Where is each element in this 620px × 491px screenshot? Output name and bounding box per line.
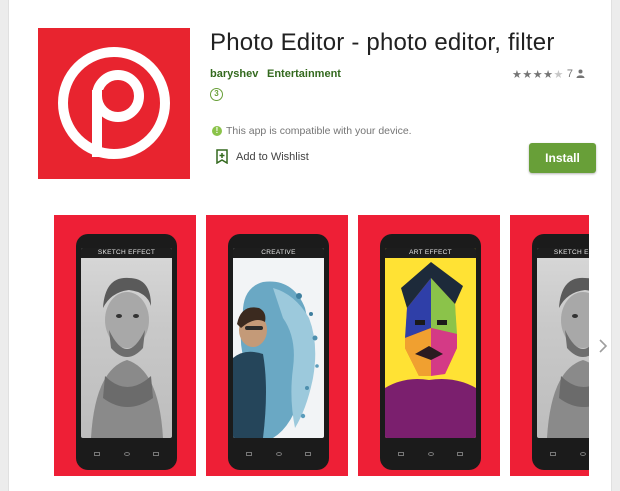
person-icon	[576, 65, 585, 83]
screenshot-label: SKETCH EFFECT	[81, 248, 172, 258]
info-icon: !	[212, 126, 222, 136]
add-to-wishlist-button[interactable]: Add to Wishlist	[216, 149, 309, 164]
phone-nav-bar	[398, 450, 463, 458]
screenshot-1[interactable]: SKETCH EFFECT	[54, 215, 196, 476]
sketch-portrait: SKETCH EFFECT	[81, 248, 172, 438]
compatibility-notice: ! This app is compatible with your devic…	[212, 125, 412, 137]
developer-link[interactable]: baryshev	[210, 68, 258, 80]
app-title: Photo Editor - photo editor, filter	[210, 29, 555, 56]
dispersion-portrait: CREATIVE	[233, 248, 324, 438]
install-button[interactable]: Install	[529, 143, 596, 173]
rating-summary: ★★★★★ 7	[512, 67, 585, 81]
screenshot-label: CREATIVE	[233, 248, 324, 258]
screenshot-2[interactable]: CREATIVE	[206, 215, 348, 476]
phone-frame: CREATIVE	[228, 234, 329, 470]
phone-frame: SKETCH EFFECT	[76, 234, 177, 470]
compatibility-text: This app is compatible with your device.	[226, 125, 412, 137]
screenshot-4[interactable]: SKETCH EFFECT	[510, 215, 589, 476]
content-rating-badge: 3	[210, 88, 223, 101]
phone-frame: ART EFFECT	[380, 234, 481, 470]
phone-nav-bar	[246, 450, 311, 458]
phone-frame: SKETCH EFFECT	[532, 234, 589, 470]
phone-nav-bar	[94, 450, 159, 458]
pop-art-portrait: ART EFFECT	[385, 248, 476, 438]
category-link[interactable]: Entertainment	[267, 68, 341, 80]
screenshot-3[interactable]: ART EFFECT	[358, 215, 500, 476]
screenshot-carousel[interactable]: SKETCH EFFECT CREATIVE ART EFFECT SKETCH…	[54, 215, 589, 476]
rating-count: 7	[566, 68, 573, 80]
chevron-right-icon[interactable]	[598, 338, 608, 359]
rating-stars: ★★★★★	[512, 67, 564, 81]
screenshot-label: ART EFFECT	[385, 248, 476, 258]
bookmark-add-icon	[216, 149, 228, 164]
screenshot-label: SKETCH EFFECT	[537, 248, 589, 258]
sketch-portrait: SKETCH EFFECT	[537, 248, 589, 438]
wishlist-label: Add to Wishlist	[236, 150, 309, 163]
phone-nav-bar	[550, 450, 589, 458]
app-details-card: Photo Editor - photo editor, filter bary…	[8, 0, 612, 491]
p-logo-icon	[38, 28, 190, 179]
